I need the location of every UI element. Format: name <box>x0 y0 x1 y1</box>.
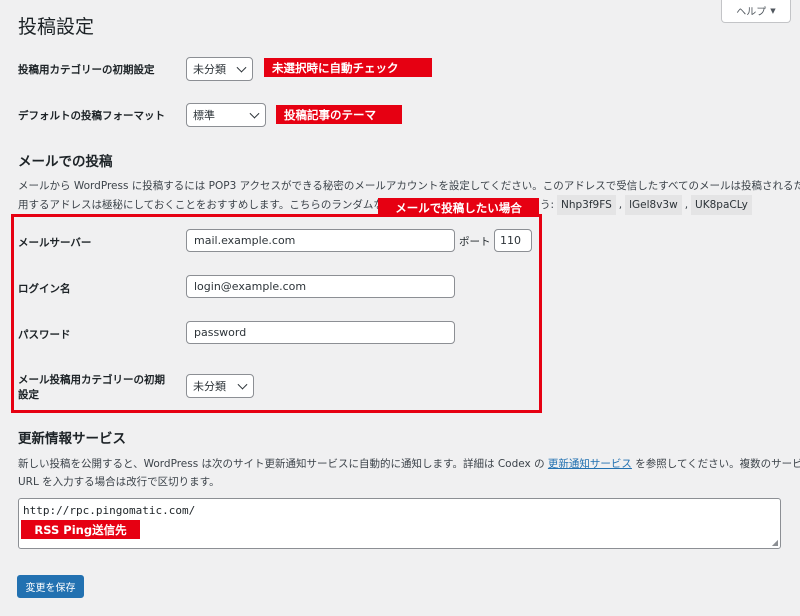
default-format-callout: 投稿記事のテーマ <box>276 105 402 124</box>
default-category-callout: 未選択時に自動チェック <box>264 58 432 77</box>
password-label: パスワード <box>18 329 71 341</box>
login-name-input[interactable]: login@example.com <box>186 275 455 298</box>
mail-server-label: メールサーバー <box>18 237 92 249</box>
default-category-value: 未分類 <box>193 63 226 76</box>
post-via-email-desc-line1: メールから WordPress に投稿するには POP3 アクセスができる秘密の… <box>18 180 800 192</box>
update-services-link[interactable]: 更新通知サービス <box>548 458 632 470</box>
post-via-email-callout: メールで投稿したい場合 <box>378 198 539 217</box>
random-string-3: UK8paCLy <box>691 195 752 215</box>
update-services-desc-part2: を参照してください。複数のサービスの <box>635 458 800 470</box>
caret-down-icon: ▼ <box>770 6 776 15</box>
default-category-select[interactable]: 未分類 <box>186 57 253 81</box>
port-input[interactable]: 110 <box>494 229 532 252</box>
default-format-value: 標準 <box>193 109 215 122</box>
resize-handle-icon[interactable]: ◢ <box>772 538 778 547</box>
help-tab-button[interactable]: ヘルプ ▼ <box>721 0 791 23</box>
mail-server-value: mail.example.com <box>194 234 296 247</box>
post-via-email-title: メールでの投稿 <box>18 154 113 170</box>
random-string-2: lGel8v3w <box>625 195 682 215</box>
update-services-description: 新しい投稿を公開すると、WordPress は次のサイト更新通知サービスに自動的… <box>18 455 800 491</box>
password-input[interactable]: password <box>186 321 455 344</box>
email-category-label: メール投稿用カテゴリーの初期 設定 <box>18 374 165 401</box>
port-value: 110 <box>500 234 521 247</box>
login-name-value: login@example.com <box>194 280 307 293</box>
rss-ping-callout: RSS Ping送信先 <box>21 520 140 539</box>
email-category-select[interactable]: 未分類 <box>186 374 254 398</box>
random-string-1: Nhp3f9FS <box>557 195 616 215</box>
chevron-down-icon <box>237 379 248 390</box>
update-services-desc-part1: 新しい投稿を公開すると、WordPress は次のサイト更新通知サービスに自動的… <box>18 458 548 470</box>
password-value: password <box>194 326 247 339</box>
mail-server-input[interactable]: mail.example.com <box>186 229 455 252</box>
page-title: 投稿設定 <box>18 16 95 38</box>
default-category-label: 投稿用カテゴリーの初期設定 <box>18 64 155 76</box>
update-services-desc-line2: URL を入力する場合は改行で区切ります。 <box>18 476 220 488</box>
default-format-label: デフォルトの投稿フォーマット <box>18 110 165 122</box>
email-category-value: 未分類 <box>193 380 226 393</box>
port-label: ポート <box>459 236 491 248</box>
save-changes-button[interactable]: 変更を保存 <box>17 575 84 598</box>
default-format-select[interactable]: 標準 <box>186 103 266 127</box>
help-tab-label: ヘルプ <box>736 7 767 18</box>
chevron-down-icon <box>236 62 247 73</box>
update-services-title: 更新情報サービス <box>18 431 126 447</box>
ping-sites-value: http://rpc.pingomatic.com/ <box>23 504 196 517</box>
login-name-label: ログイン名 <box>18 283 71 295</box>
chevron-down-icon <box>249 108 260 119</box>
